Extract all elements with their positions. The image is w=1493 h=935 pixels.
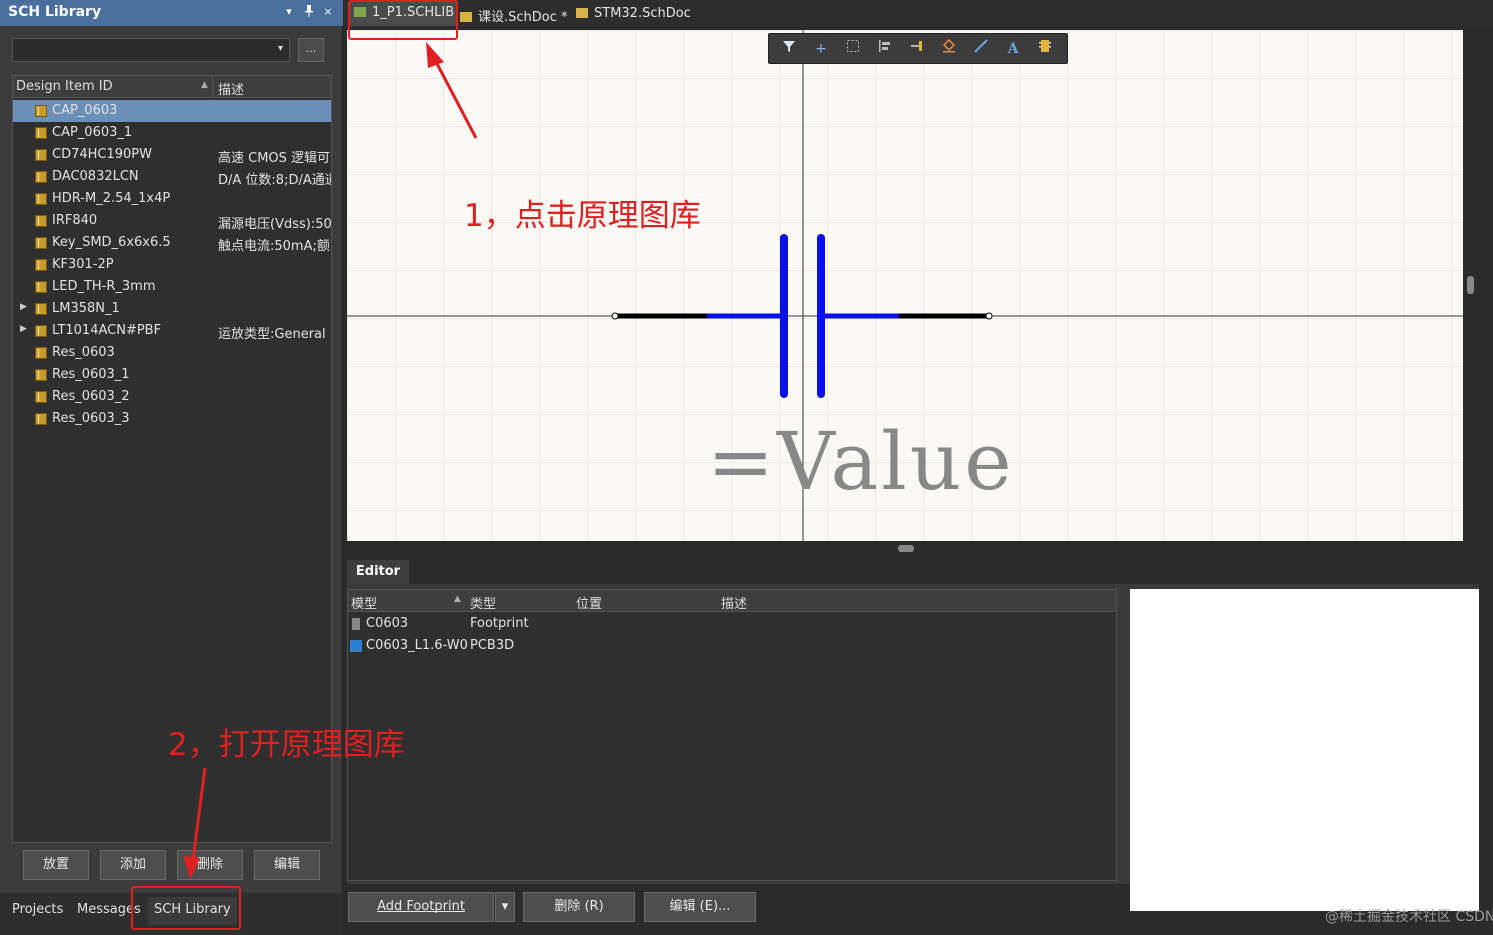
arrow-2-head — [184, 856, 200, 880]
arrow-1-line — [432, 57, 478, 139]
annotation-step1: 1，点击原理图库 — [464, 198, 701, 234]
arrow-1-head — [426, 42, 444, 68]
arrow-2-line — [191, 767, 207, 861]
annotation-arrows — [184, 42, 478, 880]
annotation-step2: 2，打开原理图库 — [168, 727, 405, 763]
